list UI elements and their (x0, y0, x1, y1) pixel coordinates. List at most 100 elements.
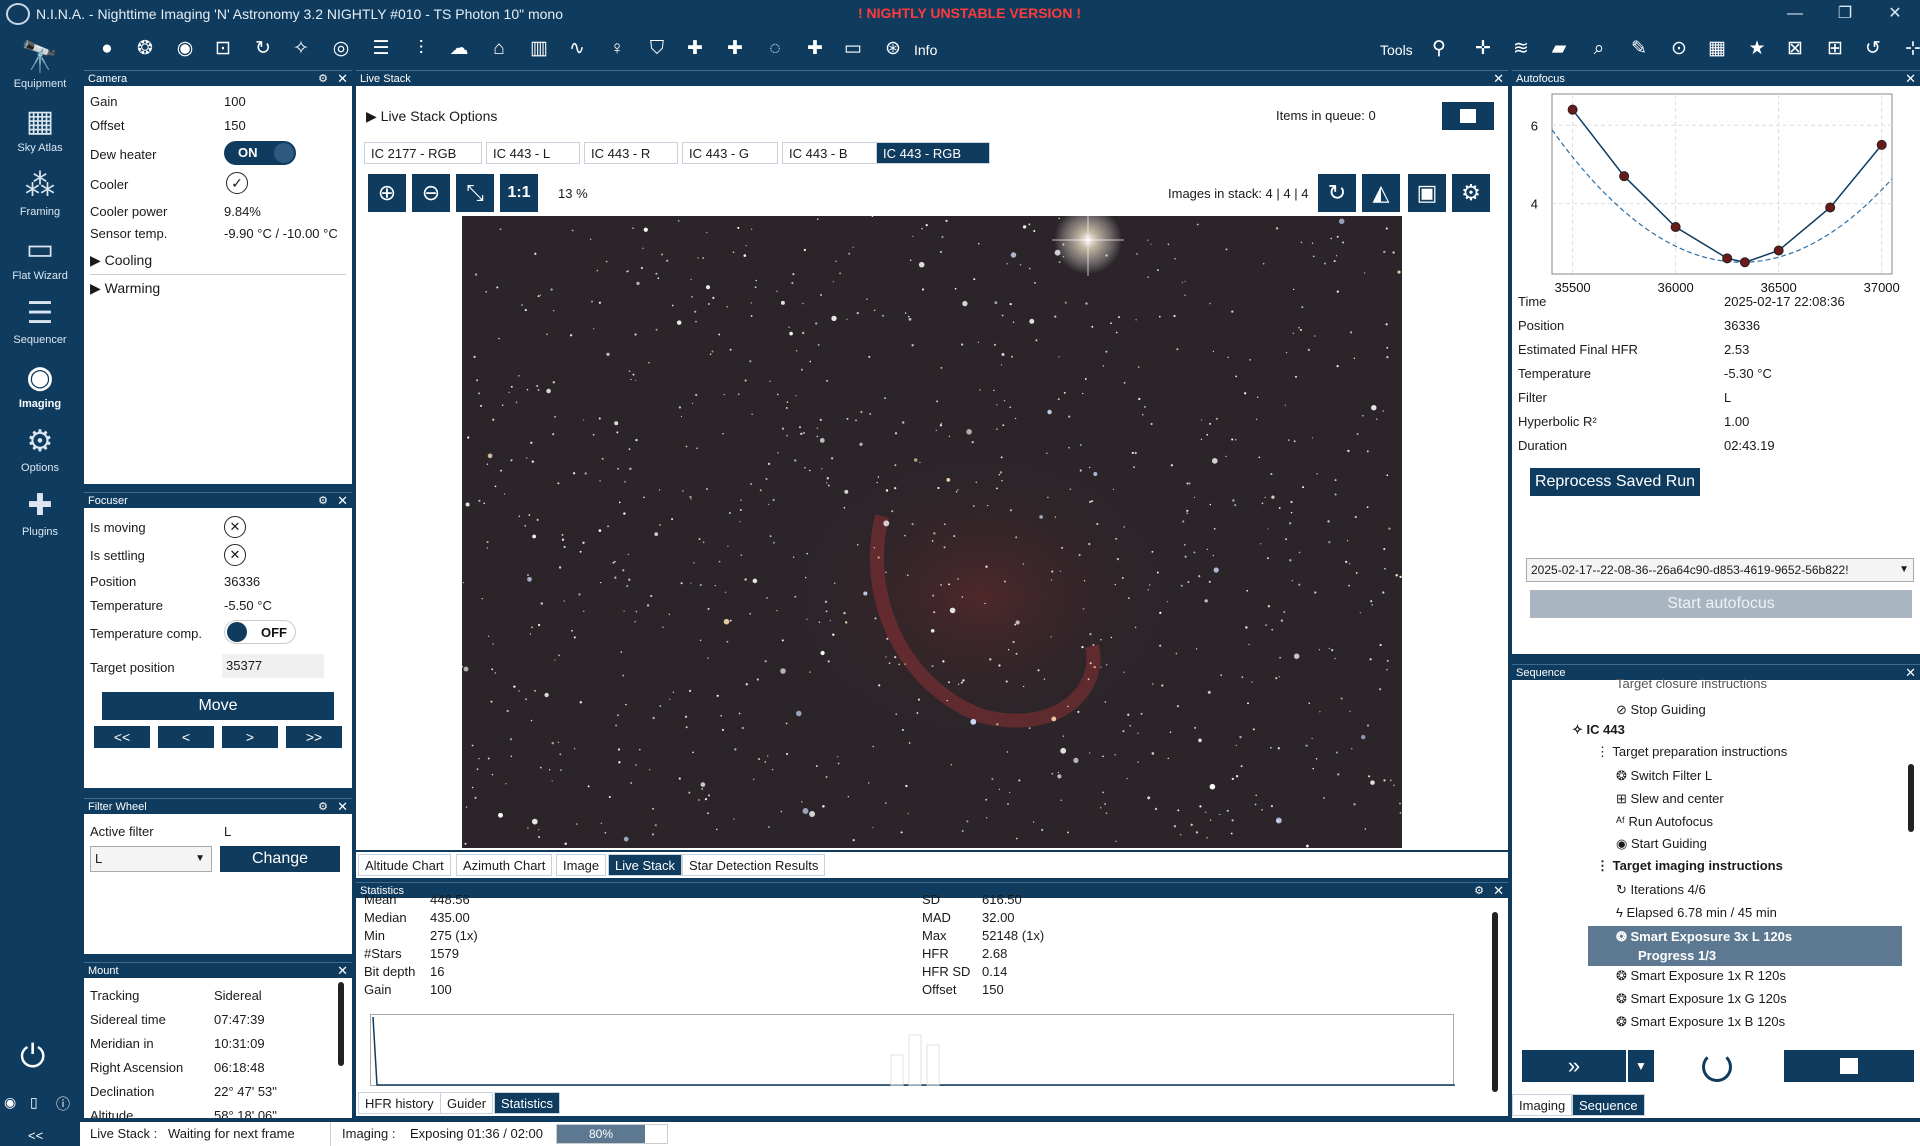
stop-sequence-button[interactable] (1784, 1050, 1914, 1082)
stop-live-stack-button[interactable] (1442, 102, 1494, 130)
guider-icon[interactable]: ◎ (328, 36, 354, 62)
sidebar-item-options[interactable]: ⚙ Options (0, 422, 80, 484)
flip-icon[interactable]: ◭ (1362, 174, 1400, 212)
af-icon[interactable]: ⊠ (1782, 36, 1808, 62)
target-imaging-container[interactable]: ⋮ Target imaging instructions (1596, 858, 1783, 874)
slew-center-item[interactable]: ⊞ Slew and center (1616, 791, 1724, 807)
close-icon[interactable]: ✕ (337, 963, 348, 979)
calculator-icon[interactable]: ▦ (1704, 36, 1730, 62)
target-ic443-item[interactable]: ✧ IC 443 (1572, 722, 1625, 738)
sidebar-item-sky-atlas[interactable]: ▦ Sky Atlas (0, 102, 80, 164)
book-icon[interactable]: ▯ (30, 1094, 38, 1111)
smart-exposure-g[interactable]: ❂ Smart Exposure 1x G 120s (1616, 991, 1787, 1007)
plugin-icon[interactable]: ✚ (682, 36, 708, 62)
close-icon[interactable]: ✕ (337, 71, 348, 87)
power-icon[interactable]: ⏻ (20, 1038, 45, 1076)
stack-tab[interactable]: IC 2177 - RGB (364, 142, 482, 164)
minimize-button[interactable]: — (1770, 2, 1820, 26)
star-icon[interactable]: ★ (1744, 36, 1770, 62)
stack-tab[interactable]: IC 443 - B (782, 142, 878, 164)
smart-exposure-b[interactable]: ❂ Smart Exposure 1x B 120s (1616, 1014, 1785, 1030)
stacked-image[interactable] (462, 216, 1402, 848)
elapsed-trigger[interactable]: ϟ Elapsed 6.78 min / 45 min (1616, 905, 1777, 920)
start-autofocus-button[interactable]: Start autofocus (1530, 590, 1912, 618)
zoom-in-icon[interactable]: ⊕ (368, 174, 406, 212)
tab-image[interactable]: Image (556, 854, 607, 876)
start-guiding-item[interactable]: ◉ Start Guiding (1616, 836, 1707, 852)
observatory-icon[interactable]: ⌂ (486, 36, 512, 62)
bulb-icon[interactable]: ♀ (604, 36, 630, 62)
fit-icon[interactable]: ⤡ (456, 174, 494, 212)
scrollbar[interactable] (1908, 764, 1914, 832)
tab-star-detection[interactable]: Star Detection Results (682, 854, 826, 876)
histogram-icon[interactable]: ▥ (526, 36, 552, 62)
settings-icon[interactable]: ⚙ (318, 493, 328, 509)
filterwheel-icon[interactable]: ❂ (132, 36, 158, 62)
close-button[interactable]: ✕ (1870, 2, 1920, 26)
sliders-icon[interactable]: ⫶ (408, 36, 434, 62)
run-autofocus-item[interactable]: ᴬᶠ Run Autofocus (1616, 814, 1713, 829)
wand-icon[interactable]: ⚲ (1426, 36, 1452, 62)
sidebar-item-equipment[interactable]: 🔭 Equipment (0, 38, 80, 100)
history-icon[interactable]: ↺ (1860, 36, 1886, 62)
graph-icon[interactable]: ∿ (564, 36, 590, 62)
scrollbar[interactable] (1492, 912, 1498, 1092)
aperture-icon[interactable]: ⊙ (1666, 36, 1692, 62)
tab-guider[interactable]: Guider (440, 1092, 494, 1114)
move-button[interactable]: Move (102, 692, 334, 720)
weather-icon[interactable]: ☁ (446, 36, 472, 62)
switch-filter-item[interactable]: ❂ Switch Filter L (1616, 768, 1712, 784)
step-right-button[interactable]: > (222, 726, 278, 748)
step-large-right-button[interactable]: >> (286, 726, 342, 748)
tab-imaging[interactable]: Imaging (1512, 1094, 1573, 1116)
target-prep-container[interactable]: ⋮ Target preparation instructions (1596, 744, 1787, 760)
sidebar-item-sequencer[interactable]: ☰ Sequencer (0, 294, 80, 356)
dome-icon[interactable]: ◉ (172, 36, 198, 62)
tab-azimuth-chart[interactable]: Azimuth Chart (456, 854, 553, 876)
iterations-trigger[interactable]: ↻ Iterations 4/6 (1616, 882, 1706, 898)
stop-guiding-item[interactable]: ⊘ Stop Guiding (1616, 702, 1706, 718)
settings-icon[interactable]: ⚙ (318, 799, 328, 815)
rotate-icon[interactable]: ↻ (1318, 174, 1356, 212)
zoom-out-icon[interactable]: ⊖ (412, 174, 450, 212)
rotator-icon[interactable]: ↻ (250, 36, 276, 62)
active-smart-exposure[interactable]: ❂ Smart Exposure 3x L 120s Progress 1/3 (1588, 926, 1902, 966)
close-icon[interactable]: ✕ (337, 493, 348, 509)
layers-icon[interactable]: ≋ (1508, 36, 1534, 62)
info-label[interactable]: Info (914, 42, 937, 58)
sidebar-item-plugins[interactable]: ✚ Plugins (0, 486, 80, 548)
save-icon[interactable]: ▣ (1408, 174, 1446, 212)
smart-exposure-r[interactable]: ❂ Smart Exposure 1x R 120s (1616, 968, 1786, 984)
close-icon[interactable]: ✕ (1493, 883, 1504, 899)
maximize-button[interactable]: ❐ (1820, 2, 1870, 26)
stack-tab[interactable]: IC 443 - G (682, 142, 778, 164)
skip-forward-button[interactable]: » (1522, 1050, 1626, 1082)
close-icon[interactable]: ✕ (1905, 665, 1916, 681)
flat-panel-icon[interactable]: ▰ (1546, 36, 1572, 62)
live-stack-options-expander[interactable]: ▶ Live Stack Options (366, 108, 497, 125)
close-icon[interactable]: ✕ (1905, 71, 1916, 87)
collapse-sidebar-button[interactable]: << (28, 1128, 43, 1143)
step-large-left-button[interactable]: << (94, 726, 150, 748)
cooling-expander[interactable]: ▶ Cooling (90, 252, 152, 269)
sidebar-item-flat-wizard[interactable]: ▭ Flat Wizard (0, 230, 80, 292)
crosshair-icon[interactable]: ✛ (1470, 36, 1496, 62)
sidebar-item-imaging[interactable]: ◉ Imaging (0, 358, 80, 420)
plate-solve-icon[interactable]: ⊞ (1822, 36, 1848, 62)
change-filter-button[interactable]: Change (220, 846, 340, 872)
settings-icon[interactable]: ⚙ (1474, 883, 1484, 899)
scrollbar[interactable] (338, 982, 344, 1066)
warming-expander[interactable]: ▶ Warming (90, 280, 160, 297)
target-position-input[interactable]: 35377 (222, 654, 324, 678)
info-wheel-icon[interactable]: ⊛ (880, 36, 906, 62)
chevron-down-icon[interactable]: ▼ (1628, 1050, 1654, 1082)
stack-tab-selected[interactable]: IC 443 - RGB (876, 142, 990, 164)
tab-statistics[interactable]: Statistics (494, 1092, 561, 1114)
close-icon[interactable]: ✕ (1493, 71, 1504, 87)
sequence-icon[interactable]: ☰ (368, 36, 394, 62)
tab-live-stack[interactable]: Live Stack (608, 854, 682, 876)
temp-comp-toggle[interactable]: OFF (224, 620, 296, 644)
brush-icon[interactable]: ✎ (1626, 36, 1652, 62)
settings-icon[interactable]: ⚙ (1452, 174, 1490, 212)
reprocess-button[interactable]: Reprocess Saved Run (1530, 468, 1700, 496)
